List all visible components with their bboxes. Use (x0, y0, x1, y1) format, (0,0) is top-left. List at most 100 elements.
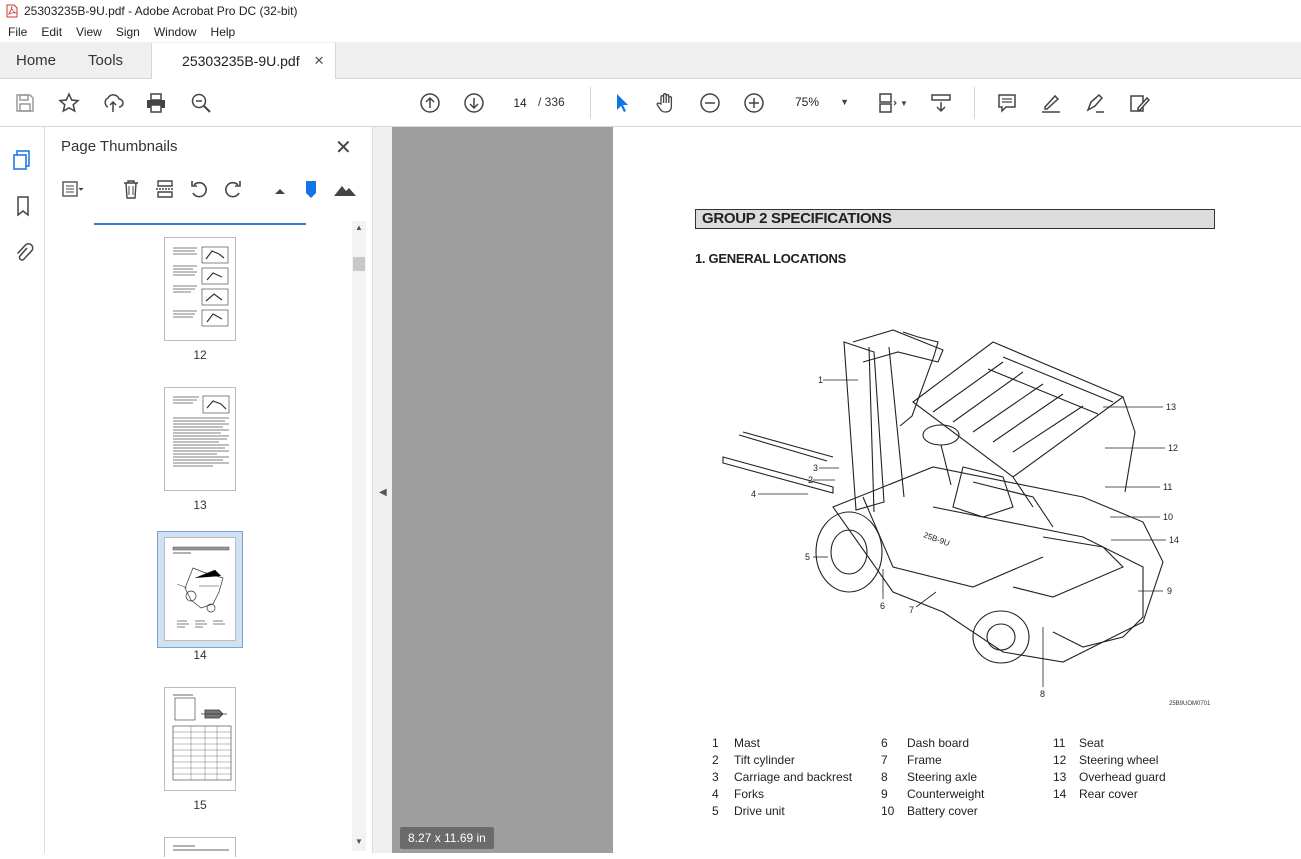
rotate-counterclockwise-icon[interactable] (185, 175, 213, 203)
page-size-indicator: 8.27 x 11.69 in (400, 827, 494, 849)
zoom-level-value: 75% (795, 95, 820, 109)
main-toolbar: 14 / 336 75% ▼ ▼ (0, 79, 1301, 127)
tab-document-label: 25303235B-9U.pdf (182, 53, 300, 69)
chevron-down-icon: ▼ (840, 97, 849, 107)
menu-edit[interactable]: Edit (41, 25, 62, 39)
legend-item: 7 Frame (881, 753, 942, 767)
next-page-icon[interactable] (457, 86, 491, 120)
collapse-left-icon[interactable]: ◀ (379, 487, 387, 498)
zoom-search-icon[interactable] (184, 86, 218, 120)
panel-divider (94, 223, 306, 225)
menu-file[interactable]: File (8, 25, 27, 39)
menu-bar: File Edit View Sign Window Help (0, 22, 1301, 42)
zoom-level-select[interactable]: 75% ▼ (787, 90, 855, 114)
callout-label: 1 (818, 375, 823, 385)
callout-label: 11 (1163, 482, 1172, 492)
callout-label: 10 (1163, 512, 1173, 522)
tab-document[interactable]: 25303235B-9U.pdf ✕ (151, 43, 336, 79)
zoom-out-icon[interactable] (693, 86, 727, 120)
legend-item: 3 Carriage and backrest (712, 770, 853, 784)
thumbnail-page-label: 12 (193, 348, 207, 362)
pdf-page: GROUP 2 SPECIFICATIONS 1. GENERAL LOCATI… (613, 127, 1301, 853)
rotate-clockwise-icon[interactable] (219, 175, 247, 203)
page-thumbnail[interactable] (164, 837, 236, 857)
bookmark-star-icon[interactable] (52, 86, 86, 120)
page-thumbnail[interactable] (164, 687, 236, 791)
thumbnail-toolbar (59, 175, 359, 203)
page-fit-icon[interactable] (870, 86, 904, 120)
menu-sign[interactable]: Sign (116, 25, 140, 39)
page-thumbnail-selected[interactable] (164, 537, 236, 641)
thumbnail-page-label: 15 (193, 798, 207, 812)
hand-tool-icon[interactable] (649, 86, 683, 120)
group-heading: GROUP 2 SPECIFICATIONS (695, 209, 1215, 229)
page-total: / 336 (538, 95, 565, 109)
zoom-in-icon[interactable] (737, 86, 771, 120)
callout-label: 4 (751, 489, 756, 499)
marker-pin-icon[interactable] (297, 175, 325, 203)
menu-help[interactable]: Help (211, 25, 236, 39)
thumbnail-scrollbar[interactable]: ▲ ▼ (352, 221, 366, 851)
legend-item: 1 Mast (712, 736, 761, 750)
select-cursor-icon[interactable] (605, 86, 639, 120)
tab-home[interactable]: Home (0, 42, 72, 78)
scrollbar-thumb[interactable] (353, 257, 365, 271)
menu-view[interactable]: View (76, 25, 102, 39)
print-icon[interactable] (139, 86, 173, 120)
callout-label: 14 (1169, 535, 1179, 545)
legend-item: 5 Drive unit (712, 804, 785, 818)
share-upload-icon[interactable] (96, 86, 130, 120)
legend-column: 11 Seat 12 Steering wheel 13 Overhead guard… (1053, 735, 1166, 803)
document-viewer-background: 8.27 x 11.69 in (392, 127, 613, 853)
page-thumbnails-icon[interactable] (10, 147, 36, 173)
page-number-input[interactable]: 14 (505, 90, 535, 114)
highlight-pen-icon[interactable] (1034, 86, 1068, 120)
scroll-down-icon[interactable]: ▼ (355, 837, 363, 846)
scroll-up-icon[interactable]: ▲ (355, 223, 363, 232)
close-panel-icon[interactable]: ✕ (335, 135, 352, 160)
callout-label: 9 (1167, 586, 1172, 596)
fill-sign-icon[interactable] (1122, 86, 1156, 120)
callout-label: 12 (1168, 443, 1178, 453)
legend-column: 1 Mast 2 Tift cylinder 3 Carriage and backr… (712, 735, 852, 820)
page-thumbnail[interactable] (164, 387, 236, 491)
legend-item: 8 Steering axle (881, 770, 978, 784)
previous-page-icon[interactable] (413, 86, 447, 120)
toolbar-divider (590, 87, 591, 119)
title-bar: 25303235B-9U.pdf - Adobe Acrobat Pro DC … (0, 0, 1301, 22)
attachments-paperclip-icon[interactable] (10, 239, 36, 265)
comment-icon[interactable] (990, 86, 1024, 120)
legend-item: 11 Seat (1053, 736, 1104, 750)
tab-tools[interactable]: Tools (72, 42, 139, 78)
close-tab-icon[interactable]: ✕ (314, 53, 325, 69)
callout-label: 8 (1040, 689, 1045, 697)
panel-title: Page Thumbnails (61, 138, 178, 155)
window-title: 25303235B-9U.pdf - Adobe Acrobat Pro DC … (24, 4, 298, 18)
draw-signature-icon[interactable] (1078, 86, 1112, 120)
acrobat-pdf-icon (6, 4, 18, 18)
delete-page-icon[interactable] (117, 175, 145, 203)
forklift-illustration: 25B-9U 1 2 3 4 5 6 7 8 9 10 11 12 13 14 (722, 329, 1179, 697)
scroll-mode-icon[interactable] (924, 86, 958, 120)
truck-model-decal: 25B-9U (922, 530, 951, 548)
callout-label: 13 (1166, 402, 1176, 412)
thumbnail-page-label: 14 (193, 648, 207, 662)
callout-label: 2 (808, 475, 813, 485)
thumbnail-options-icon[interactable] (59, 175, 87, 203)
large-thumbnail-icon[interactable] (331, 175, 359, 203)
legend-column: 6 Dash board 7 Frame 8 Steering axle 9 Count… (881, 735, 984, 820)
menu-window[interactable]: Window (154, 25, 197, 39)
left-navigation-rail (0, 127, 45, 853)
thumbnail-page-label: 13 (193, 498, 207, 512)
panel-collapse-gutter[interactable]: ◀ (372, 127, 392, 853)
toolbar-divider (974, 87, 975, 119)
small-thumbnail-icon[interactable] (266, 175, 294, 203)
page-thumbnail[interactable] (164, 237, 236, 341)
chevron-down-icon[interactable]: ▼ (900, 99, 908, 108)
bookmarks-icon[interactable] (10, 193, 36, 219)
legend-item: 14 Rear cover (1053, 787, 1138, 801)
legend-item: 2 Tift cylinder (712, 753, 795, 767)
callout-label: 7 (909, 605, 914, 615)
save-icon[interactable] (8, 86, 42, 120)
insert-page-icon[interactable] (151, 175, 179, 203)
